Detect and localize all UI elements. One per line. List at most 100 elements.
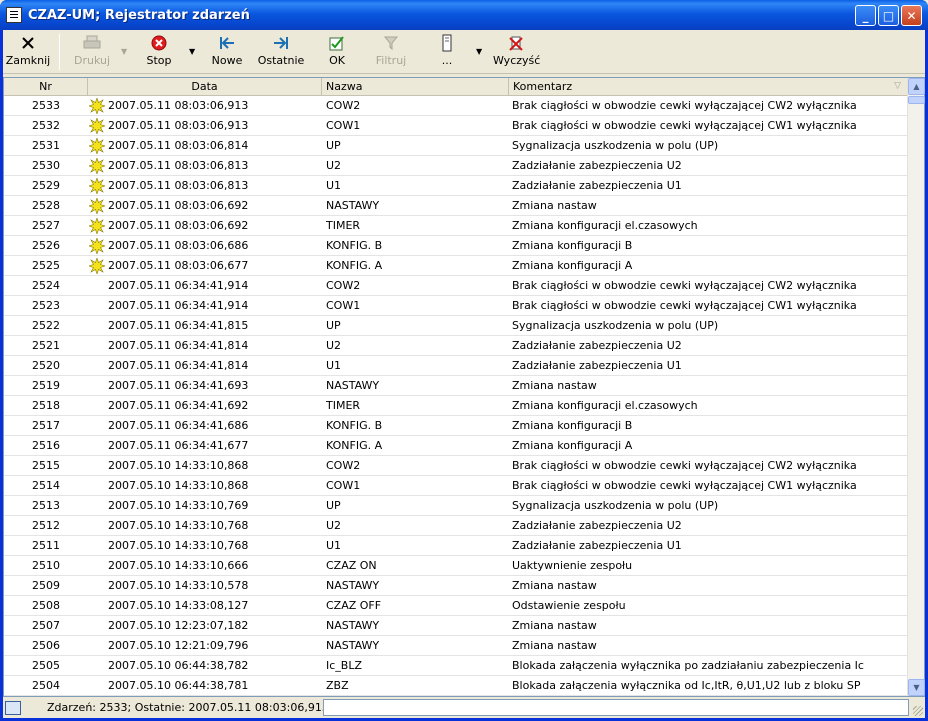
- table-row[interactable]: 2521 2007.05.11 06:34:41,814 U2 Zadziałanie…: [4, 336, 907, 356]
- new-event-star-icon: [88, 157, 106, 175]
- table-row[interactable]: 2513 2007.05.10 14:33:10,769 UP Sygnalizacj…: [4, 496, 907, 516]
- cell-nr: 2515: [32, 459, 60, 472]
- scroll-down-button[interactable]: ▼: [908, 679, 925, 696]
- table-row[interactable]: 2512 2007.05.10 14:33:10,768 U2 Zadziałanie…: [4, 516, 907, 536]
- column-header-nazwa[interactable]: Nazwa: [322, 78, 509, 96]
- cell-nr: 2523: [32, 299, 60, 312]
- more-dropdown-icon[interactable]: ▼: [476, 47, 482, 56]
- cell-data: 2007.05.10 14:33:10,666: [88, 556, 322, 576]
- table-row[interactable]: 2509 2007.05.10 14:33:10,578 NASTAWY Zmiana…: [4, 576, 907, 596]
- table-row[interactable]: 2526 2007.05.11 08:03:06,686 KONFIG. B Zmia…: [4, 236, 907, 256]
- cell-data: 2007.05.11 06:34:41,815: [88, 316, 322, 336]
- cell-nr: 2532: [32, 119, 60, 132]
- cell-nr: 2528: [32, 199, 60, 212]
- table-row[interactable]: 2510 2007.05.10 14:33:10,666 CZAZ ON Uaktyw…: [4, 556, 907, 576]
- drukuj-dropdown-icon[interactable]: ▼: [121, 47, 127, 56]
- table-row[interactable]: 2519 2007.05.11 06:34:41,693 NASTAWY Zmiana…: [4, 376, 907, 396]
- cell-nr: 2520: [32, 359, 60, 372]
- cell-data-text: 2007.05.10 14:33:10,768: [108, 519, 249, 532]
- cell-nr: 2527: [32, 219, 60, 232]
- cell-nr: 2504: [32, 679, 60, 692]
- table-row[interactable]: 2504 2007.05.10 06:44:38,781 ZBZ Blokada za…: [4, 676, 907, 696]
- cell-nazwa: U2: [326, 519, 342, 532]
- cell-komentarz: Zadziałanie zabezpieczenia U2: [512, 159, 682, 172]
- cell-data-text: 2007.05.11 08:03:06,677: [108, 259, 249, 272]
- table-row[interactable]: 2518 2007.05.11 06:34:41,692 TIMER Zmiana k…: [4, 396, 907, 416]
- scroll-thumb[interactable]: [908, 96, 925, 104]
- cell-data-text: 2007.05.11 06:34:41,686: [108, 419, 249, 432]
- table-row[interactable]: 2507 2007.05.10 12:23:07,182 NASTAWY Zmiana…: [4, 616, 907, 636]
- cell-nr: 2514: [32, 479, 60, 492]
- table-row[interactable]: 2505 2007.05.10 06:44:38,782 Ic_BLZ Blokada…: [4, 656, 907, 676]
- table-row[interactable]: 2527 2007.05.11 08:03:06,692 TIMER Zmiana k…: [4, 216, 907, 236]
- status-bar: Zdarzeń: 2533; Ostatnie: 2007.05.11 08:0…: [3, 698, 925, 718]
- cell-data: 2007.05.11 08:03:06,677: [88, 256, 322, 276]
- more-button[interactable]: ...: [431, 34, 463, 72]
- filtruj-label: Filtruj: [375, 54, 407, 67]
- cell-nazwa: TIMER: [326, 219, 361, 232]
- cell-data-text: 2007.05.11 06:34:41,692: [108, 399, 249, 412]
- table-row[interactable]: 2517 2007.05.11 06:34:41,686 KONFIG. B Zmia…: [4, 416, 907, 436]
- stop-dropdown-icon[interactable]: ▼: [189, 47, 195, 56]
- title-bar[interactable]: CZAZ-UM; Rejestrator zdarzeń _ □ ✕: [0, 0, 928, 30]
- nowe-button[interactable]: Nowe: [205, 34, 249, 72]
- cell-nazwa: COW1: [326, 299, 361, 312]
- new-event-star-icon: [88, 137, 106, 155]
- table-row[interactable]: 2508 2007.05.10 14:33:08,127 CZAZ OFF Odsta…: [4, 596, 907, 616]
- table-row[interactable]: 2515 2007.05.10 14:33:10,868 COW2 Brak ciąg…: [4, 456, 907, 476]
- nowe-label: Nowe: [211, 54, 243, 67]
- table-row[interactable]: 2522 2007.05.11 06:34:41,815 UP Sygnalizacj…: [4, 316, 907, 336]
- resize-grip-icon[interactable]: [913, 706, 923, 716]
- cell-data-text: 2007.05.10 12:23:07,182: [108, 619, 249, 632]
- close-window-button[interactable]: ✕: [901, 5, 922, 26]
- events-table[interactable]: Nr Data Nazwa Komentarz ▽ 2533 2007.05.11…: [3, 77, 925, 697]
- cell-komentarz: Sygnalizacja uszkodzenia w polu (UP): [512, 139, 719, 152]
- cell-nazwa: UP: [326, 319, 341, 332]
- table-row[interactable]: 2523 2007.05.11 06:34:41,914 COW1 Brak ciąg…: [4, 296, 907, 316]
- ostatnie-button[interactable]: Ostatnie: [255, 34, 307, 72]
- table-row[interactable]: 2532 2007.05.11 08:03:06,913 COW1 Brak ciąg…: [4, 116, 907, 136]
- drukuj-button[interactable]: Drukuj: [67, 34, 117, 72]
- maximize-button[interactable]: □: [878, 5, 899, 26]
- column-header-data[interactable]: Data: [88, 78, 322, 96]
- table-row[interactable]: 2520 2007.05.11 06:34:41,814 U1 Zadziałanie…: [4, 356, 907, 376]
- ostatnie-label: Ostatnie: [257, 54, 305, 67]
- minimize-button[interactable]: _: [855, 5, 876, 26]
- new-event-star-icon: [88, 177, 106, 195]
- client-area: Zamknij Drukuj ▼ Stop ▼ Nowe Ostatnie OK…: [3, 30, 925, 718]
- cell-nazwa: U1: [326, 539, 342, 552]
- filtruj-button[interactable]: Filtruj: [371, 34, 411, 72]
- cell-data: 2007.05.11 08:03:06,913: [88, 116, 322, 136]
- table-row[interactable]: 2531 2007.05.11 08:03:06,814 UP Sygnalizacj…: [4, 136, 907, 156]
- cell-nr: 2505: [32, 659, 60, 672]
- scroll-up-button[interactable]: ▲: [908, 78, 925, 95]
- cell-nazwa: NASTAWY: [326, 199, 380, 212]
- table-row[interactable]: 2528 2007.05.11 08:03:06,692 NASTAWY Zmiana…: [4, 196, 907, 216]
- status-panel: [323, 699, 909, 716]
- vertical-scrollbar[interactable]: ▲ ▼: [907, 78, 925, 696]
- stop-button[interactable]: Stop: [137, 34, 181, 72]
- cell-data: 2007.05.11 06:34:41,677: [88, 436, 322, 456]
- wyczysc-label: Wyczyść: [493, 54, 541, 67]
- table-row[interactable]: 2533 2007.05.11 08:03:06,913 COW2 Brak ciąg…: [4, 96, 907, 116]
- table-row[interactable]: 2530 2007.05.11 08:03:06,813 U2 Zadziałanie…: [4, 156, 907, 176]
- cell-nazwa: COW2: [326, 99, 361, 112]
- table-row[interactable]: 2506 2007.05.10 12:21:09,796 NASTAWY Zmiana…: [4, 636, 907, 656]
- column-header-nr[interactable]: Nr: [4, 78, 88, 96]
- table-row[interactable]: 2516 2007.05.11 06:34:41,677 KONFIG. A Zmia…: [4, 436, 907, 456]
- column-header-komentarz[interactable]: Komentarz ▽: [509, 78, 907, 96]
- table-row[interactable]: 2511 2007.05.10 14:33:10,768 U1 Zadziałanie…: [4, 536, 907, 556]
- stop-icon: [137, 34, 181, 52]
- table-row[interactable]: 2514 2007.05.10 14:33:10,868 COW1 Brak ciąg…: [4, 476, 907, 496]
- status-text: Zdarzeń: 2533; Ostatnie: 2007.05.11 08:0…: [47, 701, 329, 714]
- ok-button[interactable]: OK: [321, 34, 353, 72]
- zamknij-button[interactable]: Zamknij: [5, 34, 51, 72]
- table-row[interactable]: 2524 2007.05.11 06:34:41,914 COW2 Brak ciąg…: [4, 276, 907, 296]
- cell-nr: 2510: [32, 559, 60, 572]
- cell-nr: 2529: [32, 179, 60, 192]
- wyczysc-button[interactable]: Wyczyść: [493, 34, 541, 72]
- table-row[interactable]: 2525 2007.05.11 08:03:06,677 KONFIG. A Zmia…: [4, 256, 907, 276]
- ok-label: OK: [329, 54, 345, 67]
- table-row[interactable]: 2529 2007.05.11 08:03:06,813 U1 Zadziałanie…: [4, 176, 907, 196]
- cell-nazwa: COW2: [326, 279, 361, 292]
